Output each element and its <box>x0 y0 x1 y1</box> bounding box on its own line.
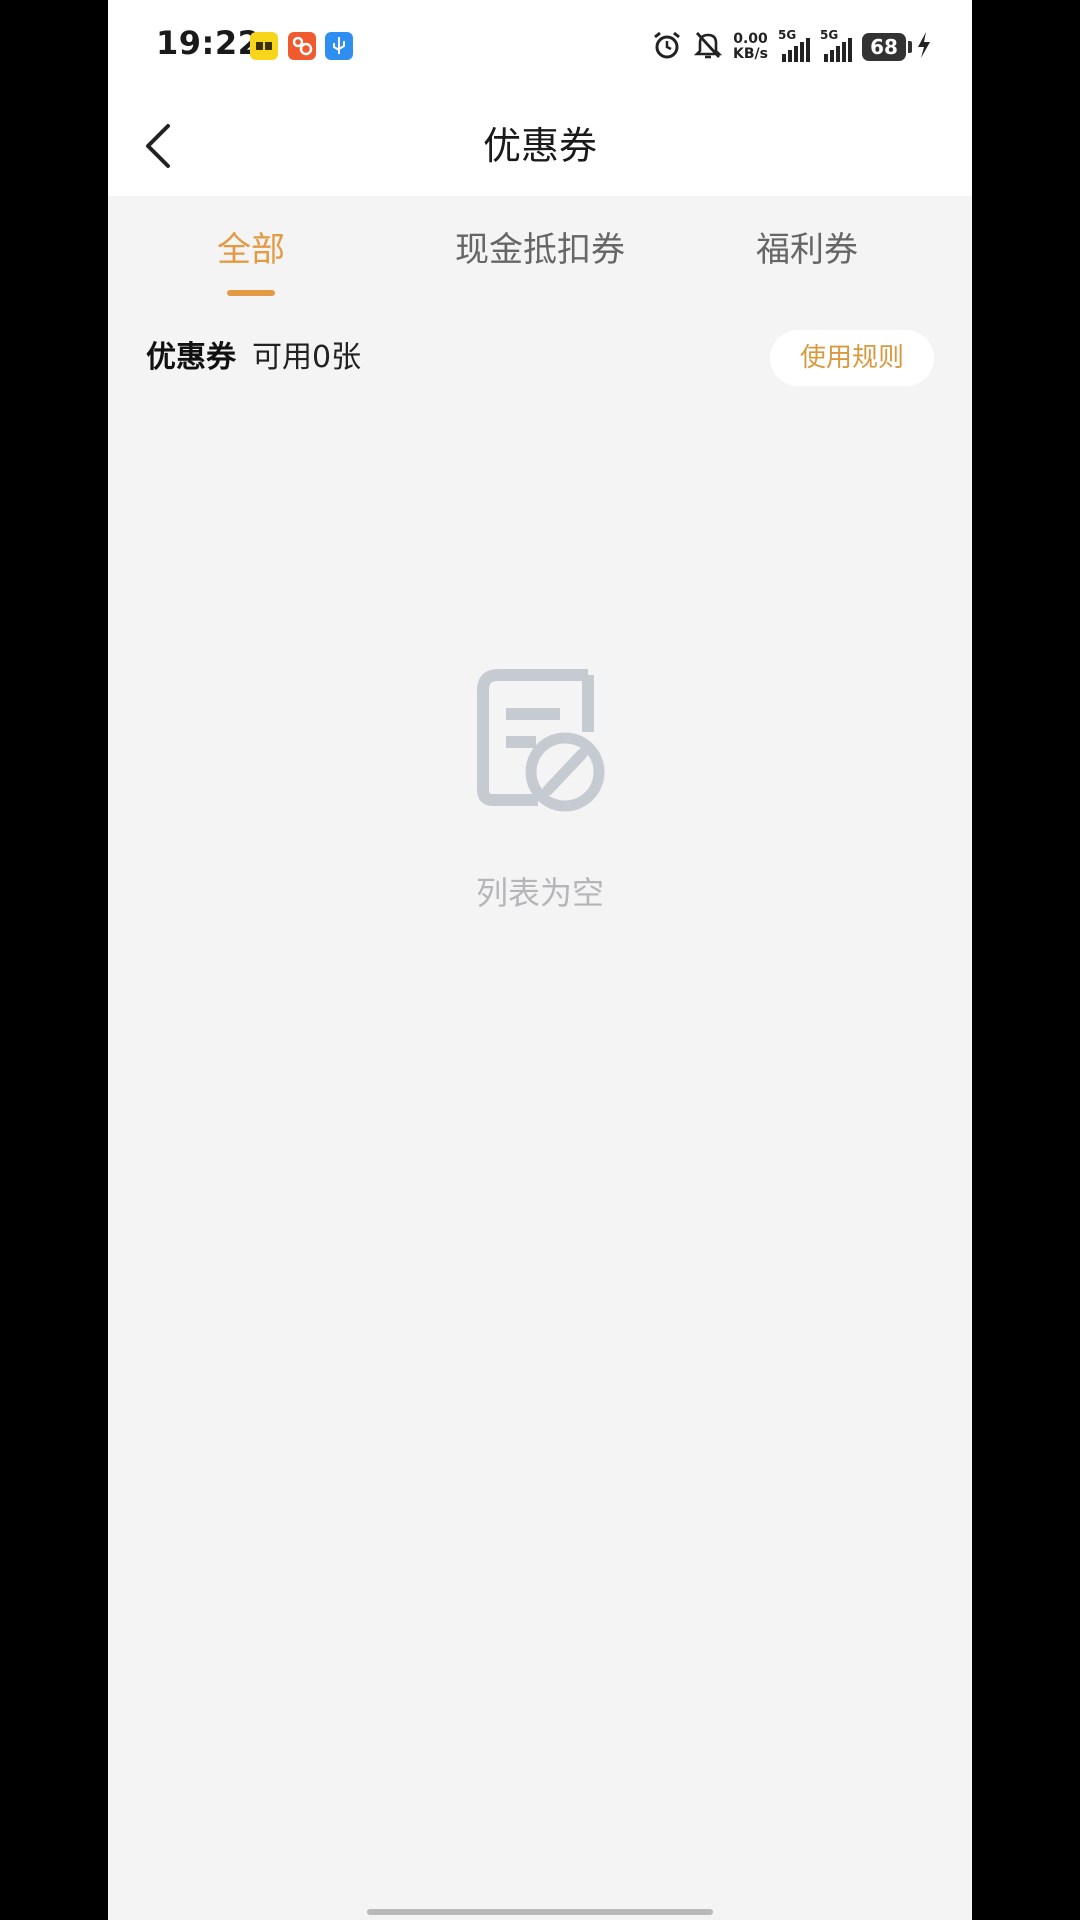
phone-frame: 19:22 0.00 KB/s 5G 5G 68 优惠券 全部 现金抵扣券 福利… <box>0 0 1080 1920</box>
tab-bar: 全部 现金抵扣券 福利券 <box>108 196 972 308</box>
tab-all-label: 全部 <box>217 230 285 270</box>
network-speed: 0.00 KB/s <box>733 32 768 62</box>
signal-2-label: 5G <box>820 28 839 42</box>
tab-welfare[interactable]: 福利券 <box>722 196 892 308</box>
alarm-icon <box>651 29 683 65</box>
back-button[interactable] <box>130 116 190 176</box>
signal-1-label: 5G <box>778 28 797 42</box>
tab-cash-deduction-label: 现金抵扣券 <box>455 230 625 270</box>
coupon-summary: 优惠券 可用0张 使用规则 <box>108 320 972 396</box>
notification-app-icon-1 <box>250 32 278 60</box>
home-indicator[interactable] <box>367 1909 713 1915</box>
notification-app-icon-2 <box>288 32 316 60</box>
network-speed-value: 0.00 <box>733 31 768 47</box>
nav-bar: 优惠券 <box>108 96 972 196</box>
status-right-group: 0.00 KB/s 5G 5G 68 <box>651 28 932 66</box>
tab-active-indicator <box>227 290 275 296</box>
battery-indicator: 68 <box>862 33 912 61</box>
tab-all[interactable]: 全部 <box>166 196 336 308</box>
usb-icon <box>325 32 353 60</box>
battery-level: 68 <box>870 35 898 59</box>
available-count: 可用0张 <box>252 340 362 375</box>
tab-welfare-label: 福利券 <box>756 230 858 270</box>
signal-icon-2: 5G <box>820 28 852 62</box>
app-screen: 19:22 0.00 KB/s 5G 5G 68 优惠券 全部 现金抵扣券 福利… <box>108 0 972 1920</box>
mute-bell-icon <box>693 29 723 65</box>
usage-rules-button[interactable]: 使用规则 <box>770 330 934 386</box>
status-time: 19:22 <box>156 24 261 62</box>
page-title: 优惠券 <box>482 124 597 168</box>
charging-icon <box>916 30 932 64</box>
status-bar: 19:22 0.00 KB/s 5G 5G 68 <box>108 0 972 96</box>
tab-cash-deduction[interactable]: 现金抵扣券 <box>440 196 640 308</box>
summary-title: 优惠券 <box>146 340 236 375</box>
network-speed-unit: KB/s <box>733 46 768 62</box>
chevron-left-icon <box>146 124 170 168</box>
empty-state-text: 列表为空 <box>475 874 604 912</box>
signal-icon-1: 5G <box>778 28 810 62</box>
empty-list-icon <box>468 660 612 820</box>
